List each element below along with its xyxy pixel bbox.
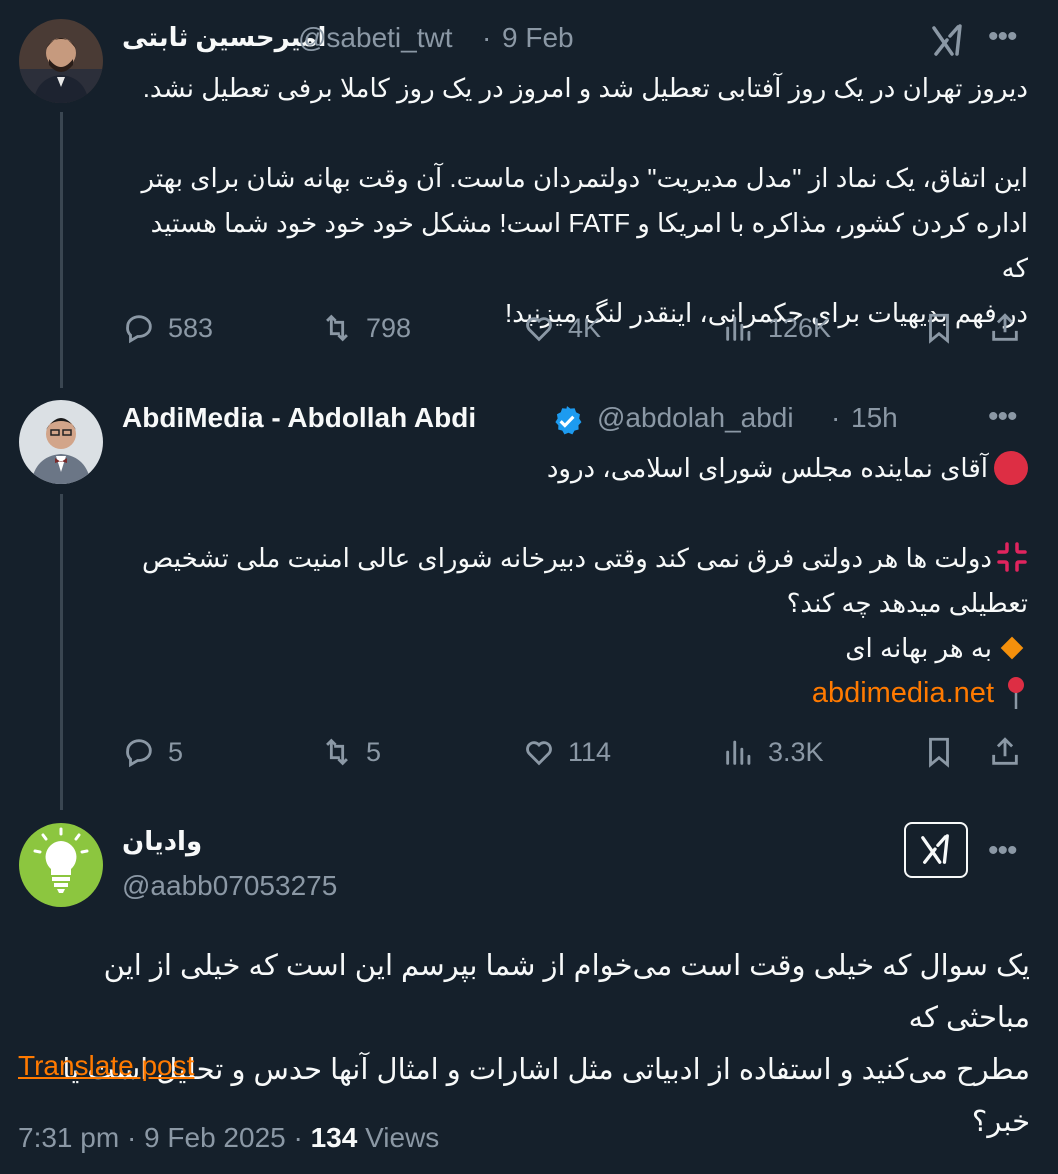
post-line: abdimedia.net: [122, 671, 1028, 716]
grok-icon[interactable]: [904, 822, 968, 878]
bookmark-icon: [929, 313, 949, 344]
external-link[interactable]: abdimedia.net: [812, 677, 994, 709]
bookmark-button[interactable]: [922, 308, 956, 348]
share-button[interactable]: [988, 732, 1022, 772]
pin-icon: [1004, 676, 1028, 710]
thread-connector: [60, 494, 63, 810]
views-icon: [726, 316, 751, 341]
orange-diamond-icon: [1000, 636, 1024, 660]
avatar[interactable]: [19, 19, 103, 103]
repost-icon: [326, 738, 348, 766]
post-line: آقای نماینده مجلس شورای اسلامی، درود: [122, 446, 1028, 491]
repost-count: 5: [366, 736, 382, 767]
like-count: 4K: [568, 312, 602, 343]
author-name[interactable]: امیرحسین ثابتی: [122, 22, 326, 53]
share-button[interactable]: [988, 308, 1022, 348]
translate-post-link[interactable]: Translate post: [18, 1050, 194, 1082]
timestamp-text: 7:31 pm · 9 Feb 2025 ·: [18, 1122, 311, 1153]
views-count: 3.3K: [768, 736, 824, 767]
like-count: 114: [568, 736, 612, 767]
views-count: 126K: [768, 312, 832, 343]
post-line: [122, 111, 1028, 156]
repost-count: 798: [366, 312, 412, 343]
verified-badge-icon: [550, 404, 584, 438]
author-handle[interactable]: @abdolah_abdi: [597, 402, 794, 434]
like-icon: [526, 741, 552, 766]
share-icon: [992, 313, 1018, 341]
reply-button[interactable]: 5: [122, 732, 183, 772]
post-time[interactable]: 15h: [851, 402, 898, 434]
more-icon[interactable]: •••: [988, 400, 1017, 434]
reply-button[interactable]: 583: [122, 308, 213, 348]
more-icon[interactable]: •••: [988, 20, 1017, 54]
action-bar: 583 798 4K 126K: [122, 308, 1028, 348]
post-line: به هر بهانه ای: [122, 626, 1028, 671]
avatar[interactable]: [19, 823, 103, 907]
post-line: دولت ها هر دولتی فرق نمی کند وقتی دبیرخا…: [122, 536, 1028, 581]
like-button[interactable]: 114: [522, 732, 611, 772]
post-line: دیروز تهران در یک روز آفتابی تعطیل شد و …: [142, 73, 1028, 103]
red-circle-icon: [994, 451, 1028, 485]
post-text: آقای نماینده مجلس شورای اسلامی، درود دول…: [122, 446, 1028, 716]
reply-count: 583: [168, 312, 214, 343]
share-icon: [992, 737, 1018, 765]
post-line: این اتفاق، یک نماد از "مدل مدیریت" دولتم…: [141, 163, 1028, 193]
views-label: Views: [357, 1122, 440, 1153]
main-post-text: یک سوال که خیلی وقت است می‌خوام از شما ب…: [18, 940, 1030, 1148]
views-button[interactable]: 126K: [722, 308, 831, 348]
post-date[interactable]: 9 Feb: [502, 22, 574, 54]
reply-icon: [126, 315, 152, 344]
views-icon: [726, 740, 751, 765]
anger-icon: [996, 541, 1028, 573]
repost-icon: [326, 314, 348, 342]
post-line-blank: [122, 491, 1028, 536]
bookmark-button[interactable]: [922, 732, 956, 772]
views-number: 134: [310, 1122, 358, 1153]
like-button[interactable]: 4K: [522, 308, 601, 348]
post-line: تعطیلی میدهد چه کند؟: [786, 588, 1028, 618]
post-line: یک سوال که خیلی وقت است می‌خوام از شما ب…: [103, 950, 1030, 1034]
views-button[interactable]: 3.3K: [722, 732, 824, 772]
author-name[interactable]: AbdiMedia - Abdollah Abdi: [122, 402, 476, 434]
post-line: اداره کردن کشور، مذاکره با امریکا و FATF…: [150, 208, 1028, 283]
avatar[interactable]: [19, 400, 103, 484]
more-icon[interactable]: •••: [988, 834, 1017, 868]
thread-connector: [60, 112, 63, 388]
action-bar: 5 5 114 3.3K: [122, 732, 1028, 772]
author-name[interactable]: وادیان: [122, 826, 202, 857]
like-icon: [526, 317, 552, 342]
separator-dot: ·: [482, 22, 492, 53]
author-handle[interactable]: @sabeti_twt: [298, 22, 453, 54]
reply-count: 5: [168, 736, 184, 767]
bookmark-icon: [929, 737, 949, 768]
separator-dot: ·: [831, 402, 841, 433]
repost-button[interactable]: 798: [320, 308, 411, 348]
repost-button[interactable]: 5: [320, 732, 381, 772]
post-timestamp[interactable]: 7:31 pm · 9 Feb 2025 · 134 Views: [18, 1122, 439, 1154]
author-handle[interactable]: @aabb07053275: [122, 870, 337, 902]
post-text: دیروز تهران در یک روز آفتابی تعطیل شد و …: [122, 66, 1028, 336]
reply-icon: [126, 739, 152, 768]
grok-icon[interactable]: [930, 24, 966, 58]
